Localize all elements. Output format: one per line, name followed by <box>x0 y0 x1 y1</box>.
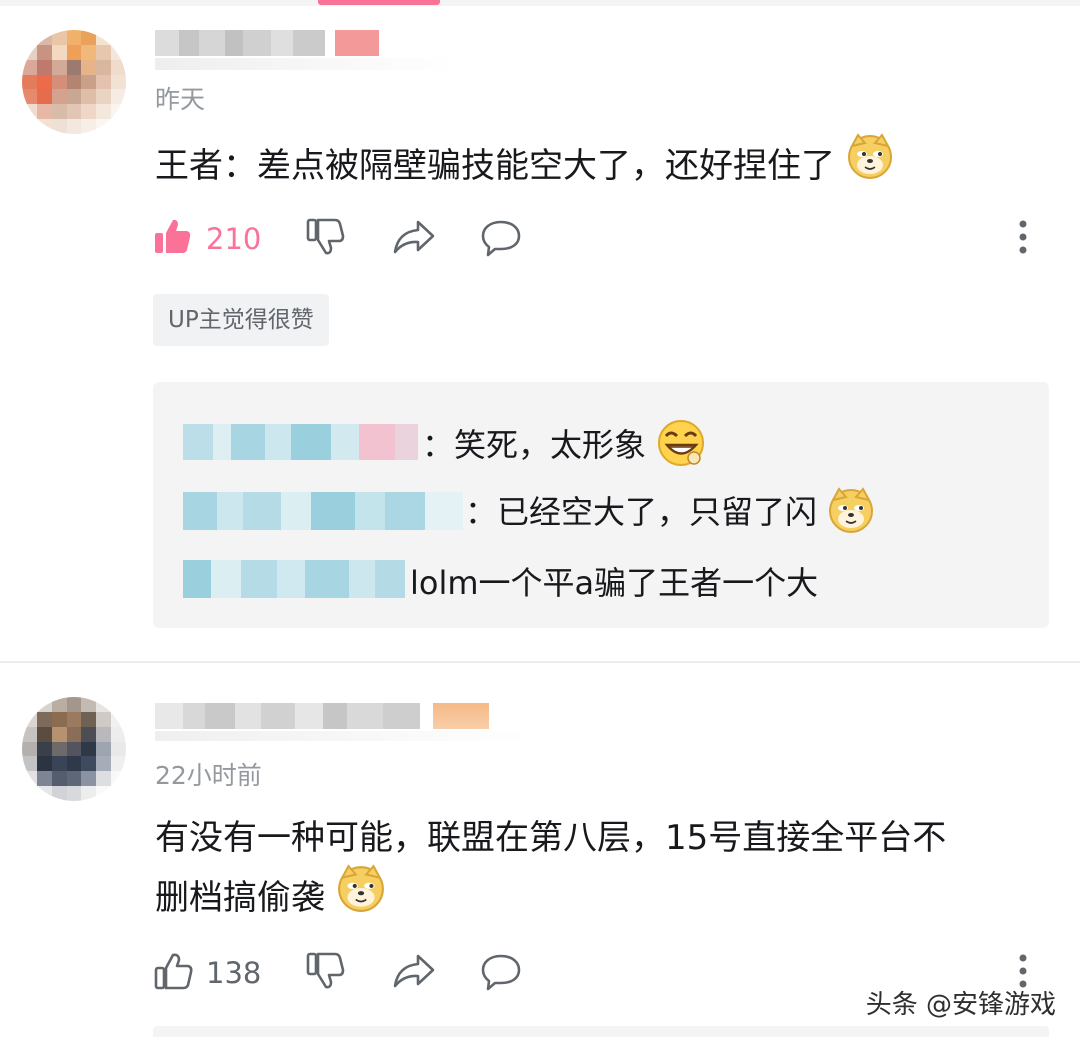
username-blur-trail <box>155 731 535 741</box>
username-obscured[interactable] <box>155 703 420 729</box>
reply-icon[interactable] <box>480 218 522 258</box>
reply-text: lolm一个平a骗了王者一个大 <box>410 564 819 602</box>
comment-text-line1: 有没有一种可能，联盟在第八层，15号直接全平台不 <box>155 818 947 858</box>
reply-item: ：已经空大了，只留了闪 <box>465 486 875 542</box>
top-edge <box>0 0 1080 6</box>
comment-time: 昨天 <box>155 85 206 114</box>
comment-time: 22小时前 <box>155 761 262 790</box>
username-obscured[interactable] <box>155 30 325 56</box>
thumb-down-icon[interactable] <box>305 950 347 992</box>
up-liked-badge: UP主觉得很赞 <box>153 294 329 346</box>
reply-text: ：已经空大了，只留了闪 <box>465 493 818 531</box>
reply-username-obscured[interactable] <box>183 424 418 460</box>
avatar[interactable] <box>22 30 126 134</box>
comment-divider <box>0 661 1080 663</box>
replies-box-next <box>153 1026 1049 1037</box>
avatar[interactable] <box>22 697 126 801</box>
like-count: 138 <box>206 956 262 990</box>
username-blur-trail <box>155 58 455 70</box>
watermark: 头条 @安锋游戏 <box>865 990 1056 1020</box>
reply-text: ：笑死，太形象 <box>422 426 647 464</box>
comment-text-body: 删档搞偷袭 <box>155 878 325 918</box>
reply-item: ：笑死，太形象 <box>422 418 706 476</box>
thumb-down-icon[interactable] <box>305 216 347 258</box>
reply-username-obscured[interactable] <box>183 560 405 598</box>
doge-emoji <box>846 132 894 203</box>
like-count: 210 <box>206 222 262 256</box>
doge-emoji <box>336 863 386 936</box>
level-badge <box>335 30 379 56</box>
more-icon[interactable] <box>1016 218 1030 256</box>
grin-emoji <box>656 418 706 476</box>
comment-text: 王者：差点被隔壁骗技能空大了，还好捏住了 <box>155 132 894 203</box>
thumb-up-icon[interactable] <box>153 950 195 992</box>
tab-indicator <box>318 0 440 5</box>
comment-text-line2: 删档搞偷袭 <box>155 863 386 936</box>
comment-text-body: 王者：差点被隔壁骗技能空大了，还好捏住了 <box>155 146 835 186</box>
share-icon[interactable] <box>392 218 436 256</box>
share-icon[interactable] <box>392 952 436 990</box>
reply-icon[interactable] <box>480 952 522 992</box>
thumb-up-icon[interactable] <box>153 216 193 256</box>
reply-username-obscured[interactable] <box>183 492 463 530</box>
level-badge <box>433 703 489 729</box>
doge-emoji <box>827 486 875 542</box>
